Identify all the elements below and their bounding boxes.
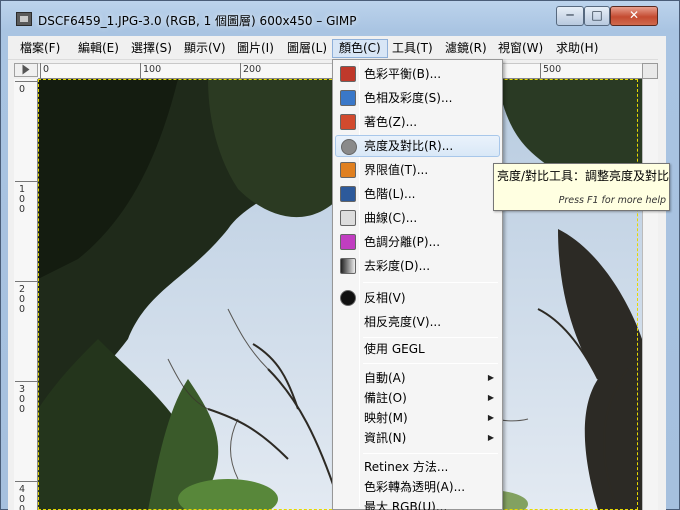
menu-item-label: 反相(V) (364, 291, 406, 305)
ruler-tick (540, 63, 541, 78)
invert-icon (340, 290, 356, 306)
menu-item-label: 色調分離(P)... (364, 235, 441, 249)
close-button[interactable]: ✕ (610, 6, 658, 26)
menu-item-components[interactable]: 備註(O) ▶ (335, 387, 500, 409)
menu-item-posterize[interactable]: 色調分離(P)... (335, 231, 500, 253)
ruler-label: 0 (18, 84, 26, 95)
ruler-label: 100 (18, 184, 26, 215)
menu-item-label: Retinex 方法... (364, 460, 449, 474)
ruler-tick (15, 381, 37, 382)
ruler-label: 0 (43, 64, 50, 75)
colors-dropdown-menu: 色彩平衡(B)... 色相及彩度(S)... 著色(Z)... 亮度及對比(R)… (332, 59, 503, 510)
colorize-icon (340, 114, 356, 130)
ruler-tick (15, 181, 37, 182)
menu-item-label: 備註(O) (364, 391, 407, 405)
menu-separator (363, 282, 498, 283)
menu-view[interactable]: 顯示(V) (178, 39, 232, 58)
color-balance-icon (340, 66, 356, 82)
menu-select[interactable]: 選擇(S) (125, 39, 178, 58)
ruler-tick (240, 63, 241, 78)
submenu-arrow-icon: ▶ (487, 433, 494, 442)
submenu-arrow-icon: ▶ (487, 413, 494, 422)
menu-item-retinex[interactable]: Retinex 方法... (335, 456, 500, 478)
menu-image[interactable]: 圖片(I) (231, 39, 280, 58)
menu-colors[interactable]: 顏色(C) (332, 39, 388, 58)
vertical-ruler[interactable]: 0 100 200 300 400 (14, 79, 38, 510)
menu-separator (363, 453, 498, 454)
submenu-arrow-icon: ▶ (487, 393, 494, 402)
menu-item-info[interactable]: 資訊(N) ▶ (335, 427, 500, 449)
menu-item-value-invert[interactable]: 相反亮度(V)... (335, 311, 500, 333)
menu-item-curves[interactable]: 曲線(C)... (335, 207, 500, 229)
zoom-image-corner-button[interactable] (642, 63, 658, 79)
menu-item-brightness-contrast[interactable]: 亮度及對比(R)... (335, 135, 500, 157)
menu-item-levels[interactable]: 色階(L)... (335, 183, 500, 205)
ruler-label: 100 (143, 64, 162, 75)
menu-item-threshold[interactable]: 界限值(T)... (335, 159, 500, 181)
menu-tools[interactable]: 工具(T) (386, 39, 439, 58)
menu-item-label: 色彩轉為透明(A)... (364, 480, 466, 494)
title-bar[interactable]: DSCF6459_1.JPG-3.0 (RGB, 1 個圖層) 600x450 … (0, 0, 680, 36)
menu-windows[interactable]: 視窗(W) (492, 39, 549, 58)
menu-filters[interactable]: 濾鏡(R) (439, 39, 493, 58)
menu-item-maximum-rgb[interactable]: 最大 RGB(U)... (335, 496, 500, 510)
window-title: DSCF6459_1.JPG-3.0 (RGB, 1 個圖層) 600x450 … (38, 14, 357, 28)
menu-item-auto[interactable]: 自動(A) ▶ (335, 367, 500, 389)
ruler-tick (140, 63, 141, 78)
menu-item-desaturate[interactable]: 去彩度(D)... (335, 255, 500, 277)
tooltip-help: Press F1 for more help (558, 195, 666, 206)
curves-icon (340, 210, 356, 226)
menu-help[interactable]: 求助(H) (550, 39, 604, 58)
submenu-arrow-icon: ▶ (487, 373, 494, 382)
menu-item-label: 自動(A) (364, 371, 406, 385)
menu-item-label: 去彩度(D)... (364, 259, 431, 273)
menu-separator (363, 363, 498, 364)
minimize-button[interactable]: ─ (556, 6, 584, 26)
ruler-label: 500 (543, 64, 562, 75)
ruler-tick (15, 81, 37, 82)
menu-item-invert[interactable]: 反相(V) (335, 287, 500, 309)
menu-item-label: 曲線(C)... (364, 211, 418, 225)
menu-file[interactable]: 檔案(F) (14, 39, 66, 58)
menu-item-colorize[interactable]: 著色(Z)... (335, 111, 500, 133)
ruler-label: 200 (18, 284, 26, 315)
ruler-tick (15, 281, 37, 282)
menu-item-label: 色相及彩度(S)... (364, 91, 453, 105)
menu-item-use-gegl[interactable]: 使用 GEGL (335, 338, 500, 360)
menu-layer[interactable]: 圖層(L) (281, 39, 333, 58)
ruler-label: 400 (18, 484, 26, 510)
gimp-app-icon (16, 12, 32, 26)
menu-item-label: 色階(L)... (364, 187, 416, 201)
vertical-scrollbar[interactable] (642, 79, 658, 510)
menu-item-label: 映射(M) (364, 411, 408, 425)
brightness-contrast-icon (341, 139, 357, 155)
menu-item-label: 著色(Z)... (364, 115, 418, 129)
hue-saturation-icon (340, 90, 356, 106)
menu-item-label: 相反亮度(V)... (364, 315, 442, 329)
menu-item-map[interactable]: 映射(M) ▶ (335, 407, 500, 429)
menu-item-color-to-alpha[interactable]: 色彩轉為透明(A)... (335, 476, 500, 498)
threshold-icon (340, 162, 356, 178)
menu-bar: 檔案(F) 編輯(E) 選擇(S) 顯示(V) 圖片(I) 圖層(L) 顏色(C… (8, 36, 658, 60)
maximize-button[interactable]: □ (584, 6, 610, 26)
menu-edit[interactable]: 編輯(E) (72, 39, 125, 58)
desaturate-icon (340, 258, 356, 274)
ruler-label: 200 (243, 64, 262, 75)
menu-item-label: 亮度及對比(R)... (364, 139, 454, 153)
tooltip-title: 亮度/對比工具：調整亮度及對比 (497, 169, 670, 183)
menu-item-label: 使用 GEGL (364, 342, 425, 356)
menu-item-color-balance[interactable]: 色彩平衡(B)... (335, 63, 500, 85)
posterize-icon (340, 234, 356, 250)
ruler-tick (15, 481, 37, 482)
ruler-tick (40, 63, 41, 78)
menu-item-label: 最大 RGB(U)... (364, 500, 448, 510)
menu-item-hue-saturation[interactable]: 色相及彩度(S)... (335, 87, 500, 109)
menu-item-label: 界限值(T)... (364, 163, 429, 177)
quick-mask-toggle[interactable] (14, 63, 38, 77)
menu-item-label: 資訊(N) (364, 431, 407, 445)
ruler-label: 300 (18, 384, 26, 415)
levels-icon (340, 186, 356, 202)
menu-item-label: 色彩平衡(B)... (364, 67, 442, 81)
tooltip: 亮度/對比工具：調整亮度及對比 Press F1 for more help (493, 163, 670, 211)
